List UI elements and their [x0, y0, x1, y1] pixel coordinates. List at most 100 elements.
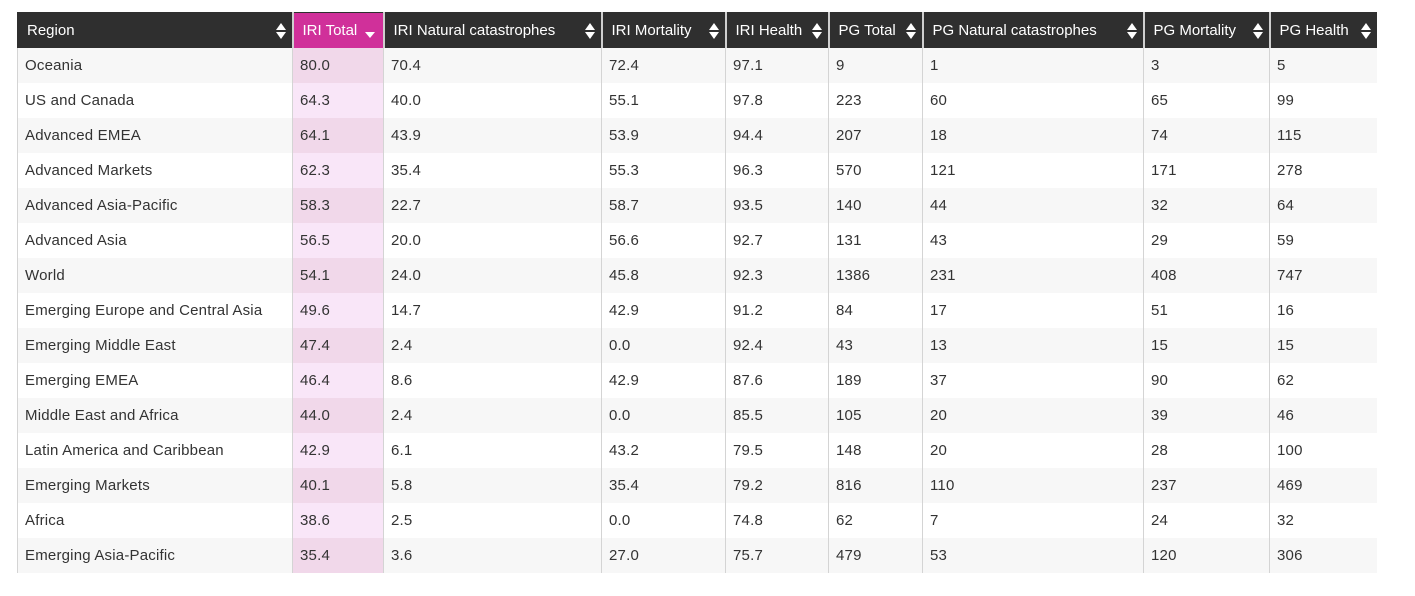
column-header-label: IRI Health	[735, 22, 803, 39]
cell-pg-natural-catastrophes: 231	[922, 258, 1144, 293]
column-header-pg-mortality[interactable]: PG Mortality	[1142, 12, 1270, 48]
cell-iri-total: 38.6	[292, 503, 384, 538]
sort-down-arrow-icon	[584, 31, 595, 39]
cell-iri-natural-catastrophes: 2.4	[383, 328, 602, 363]
cell-pg-natural-catastrophes: 7	[922, 503, 1144, 538]
cell-iri-natural-catastrophes: 2.5	[383, 503, 602, 538]
cell-pg-total: 479	[828, 538, 923, 573]
cell-pg-health: 32	[1269, 503, 1377, 538]
cell-pg-mortality: 65	[1143, 83, 1270, 118]
cell-iri-total: 80.0	[292, 48, 384, 83]
cell-iri-natural-catastrophes: 24.0	[383, 258, 602, 293]
sort-up-arrow-icon	[1252, 22, 1263, 30]
cell-iri-mortality: 27.0	[601, 538, 726, 573]
cell-pg-health: 306	[1269, 538, 1377, 573]
cell-pg-total: 189	[828, 363, 923, 398]
cell-iri-health: 79.2	[725, 468, 829, 503]
cell-iri-natural-catastrophes: 5.8	[383, 468, 602, 503]
region-cell: Emerging Europe and Central Asia	[17, 293, 293, 328]
cell-pg-health: 62	[1269, 363, 1377, 398]
column-header-pg-natural-catastrophes[interactable]: PG Natural catastrophes	[921, 12, 1144, 48]
region-cell: Advanced Markets	[17, 153, 293, 188]
cell-pg-natural-catastrophes: 43	[922, 223, 1144, 258]
cell-iri-mortality: 45.8	[601, 258, 726, 293]
sort-both-icon[interactable]	[905, 22, 916, 39]
sort-both-icon[interactable]	[1126, 22, 1137, 39]
sort-both-icon[interactable]	[1252, 22, 1263, 39]
cell-pg-health: 64	[1269, 188, 1377, 223]
cell-iri-total: 49.6	[292, 293, 384, 328]
sort-both-icon[interactable]	[584, 22, 595, 39]
cell-iri-mortality: 35.4	[601, 468, 726, 503]
cell-pg-mortality: 408	[1143, 258, 1270, 293]
cell-iri-total: 62.3	[292, 153, 384, 188]
region-cell: Emerging Asia-Pacific	[17, 538, 293, 573]
cell-pg-natural-catastrophes: 121	[922, 153, 1144, 188]
table-row: World 54.1 24.0 45.8 92.3 1386 231 408 747	[17, 258, 1377, 293]
cell-pg-natural-catastrophes: 53	[922, 538, 1144, 573]
region-cell: Middle East and Africa	[17, 398, 293, 433]
region-cell: Africa	[17, 503, 293, 538]
sort-descending-icon[interactable]	[365, 31, 376, 38]
table-row: US and Canada 64.3 40.0 55.1 97.8 223 60 65 99	[17, 83, 1377, 118]
sort-both-icon[interactable]	[811, 22, 822, 39]
column-header-pg-total[interactable]: PG Total	[827, 12, 923, 48]
cell-pg-total: 223	[828, 83, 923, 118]
cell-iri-mortality: 55.1	[601, 83, 726, 118]
cell-pg-health: 46	[1269, 398, 1377, 433]
column-header-iri-mortality[interactable]: IRI Mortality	[600, 12, 726, 48]
region-cell: Emerging Markets	[17, 468, 293, 503]
cell-iri-natural-catastrophes: 40.0	[383, 83, 602, 118]
sort-up-arrow-icon	[708, 22, 719, 30]
region-cell: Advanced Asia	[17, 223, 293, 258]
column-header-label: PG Natural catastrophes	[932, 22, 1097, 39]
cell-pg-health: 5	[1269, 48, 1377, 83]
table-row: Africa 38.6 2.5 0.0 74.8 62 7 24 32	[17, 503, 1377, 538]
column-header-iri-health[interactable]: IRI Health	[724, 12, 829, 48]
cell-iri-mortality: 55.3	[601, 153, 726, 188]
cell-pg-total: 1386	[828, 258, 923, 293]
cell-iri-total: 64.3	[292, 83, 384, 118]
region-cell: World	[17, 258, 293, 293]
column-header-iri-natural-catastrophes[interactable]: IRI Natural catastrophes	[382, 12, 602, 48]
column-header-iri-total[interactable]: IRI Total	[291, 12, 384, 48]
cell-pg-total: 140	[828, 188, 923, 223]
cell-iri-health: 85.5	[725, 398, 829, 433]
cell-pg-natural-catastrophes: 37	[922, 363, 1144, 398]
cell-iri-health: 94.4	[725, 118, 829, 153]
cell-iri-health: 92.3	[725, 258, 829, 293]
sort-both-icon[interactable]	[708, 22, 719, 39]
region-cell: Emerging EMEA	[17, 363, 293, 398]
cell-iri-health: 91.2	[725, 293, 829, 328]
table-row: Emerging Europe and Central Asia 49.6 14.7…	[17, 293, 1377, 328]
cell-iri-total: 64.1	[292, 118, 384, 153]
cell-pg-mortality: 15	[1143, 328, 1270, 363]
table-row: Advanced Asia-Pacific 58.3 22.7 58.7 93.5 140…	[17, 188, 1377, 223]
cell-iri-total: 58.3	[292, 188, 384, 223]
header-row: Region IRI Total IRI Natural catastrophes I…	[17, 12, 1377, 48]
sort-both-icon[interactable]	[275, 22, 286, 39]
cell-pg-mortality: 237	[1143, 468, 1270, 503]
sort-up-arrow-icon	[1126, 22, 1137, 30]
cell-pg-natural-catastrophes: 18	[922, 118, 1144, 153]
column-header-pg-health[interactable]: PG Health	[1268, 12, 1377, 48]
cell-pg-natural-catastrophes: 1	[922, 48, 1144, 83]
column-header-content: IRI Health	[736, 22, 822, 39]
sort-down-arrow-icon	[708, 31, 719, 39]
table-row: Emerging Asia-Pacific 35.4 3.6 27.0 75.7 479 5…	[17, 538, 1377, 573]
column-header-content: Region	[27, 22, 286, 39]
cell-iri-mortality: 56.6	[601, 223, 726, 258]
cell-pg-total: 62	[828, 503, 923, 538]
cell-pg-total: 84	[828, 293, 923, 328]
cell-iri-natural-catastrophes: 20.0	[383, 223, 602, 258]
column-header-label: PG Health	[1279, 22, 1349, 39]
cell-pg-mortality: 24	[1143, 503, 1270, 538]
column-header-region[interactable]: Region	[17, 12, 293, 48]
sort-down-arrow-icon	[1361, 31, 1371, 39]
table-row: Emerging EMEA 46.4 8.6 42.9 87.6 189 37 90 62	[17, 363, 1377, 398]
cell-pg-health: 469	[1269, 468, 1377, 503]
cell-iri-health: 92.4	[725, 328, 829, 363]
cell-iri-mortality: 53.9	[601, 118, 726, 153]
sort-up-arrow-icon	[584, 22, 595, 30]
sort-both-icon[interactable]	[1361, 22, 1371, 39]
